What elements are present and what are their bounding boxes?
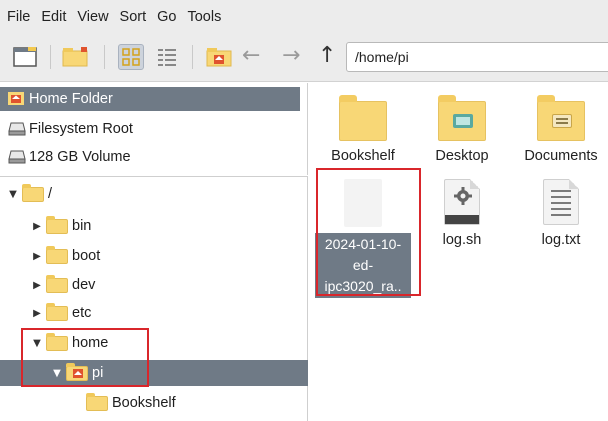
- chevron-right-icon[interactable]: ▶: [30, 308, 44, 319]
- chevron-right-icon[interactable]: ▶: [30, 251, 44, 262]
- toolbar: ← → ↑ /home/pi: [0, 33, 608, 82]
- chevron-right-icon[interactable]: ▶: [30, 280, 44, 291]
- tree-item-label: /: [48, 186, 53, 202]
- home-button[interactable]: [206, 44, 232, 70]
- folder-icon: [46, 302, 68, 321]
- file-item-documents[interactable]: Documents: [512, 89, 608, 165]
- new-folder-icon: [62, 47, 88, 67]
- tree-item-label: bin: [72, 218, 92, 234]
- menu-edit[interactable]: Edit: [41, 9, 66, 25]
- file-label: Bookshelf: [331, 148, 395, 164]
- place-label: Filesystem Root: [29, 121, 133, 137]
- text-file-icon: [543, 179, 579, 225]
- menu-tools[interactable]: Tools: [187, 9, 221, 25]
- tree-item-bin[interactable]: ▶ bin: [30, 213, 91, 239]
- folder-icon: [46, 245, 68, 264]
- menubar: File Edit View Sort Go Tools: [0, 0, 608, 33]
- documents-folder-icon: [537, 95, 585, 141]
- tree-item-label: boot: [72, 248, 101, 264]
- drive-icon: [8, 122, 26, 136]
- menu-view[interactable]: View: [77, 9, 108, 25]
- new-folder-button[interactable]: [62, 44, 88, 70]
- highlight-box: [316, 168, 421, 296]
- file-item-log-sh[interactable]: log.sh: [413, 173, 511, 249]
- new-window-button[interactable]: [12, 44, 38, 70]
- icon-view-button[interactable]: [118, 44, 144, 70]
- file-label: log.txt: [541, 232, 581, 248]
- folder-icon: [46, 215, 68, 234]
- script-file-icon: [444, 179, 480, 225]
- places-panel: Home Folder Filesystem Root 128 GB Volum…: [0, 83, 308, 175]
- forward-arrow-icon[interactable]: →: [282, 43, 300, 69]
- file-label: log.sh: [442, 232, 482, 248]
- file-item-desktop[interactable]: Desktop: [413, 89, 511, 165]
- place-filesystem-root[interactable]: Filesystem Root: [8, 117, 308, 141]
- tree-item-bookshelf[interactable]: Bookshelf: [86, 390, 176, 416]
- place-128gb-volume[interactable]: 128 GB Volume: [8, 145, 308, 169]
- tree-item-label: Bookshelf: [112, 395, 176, 411]
- folder-icon: [22, 183, 44, 202]
- file-item-log-txt[interactable]: log.txt: [512, 173, 608, 249]
- toolbar-separator: [104, 45, 105, 69]
- new-window-icon: [13, 47, 37, 67]
- back-arrow-icon[interactable]: ←: [242, 43, 260, 69]
- place-label: Home Folder: [29, 91, 113, 107]
- tree-item-boot[interactable]: ▶ boot: [30, 243, 100, 269]
- menu-file[interactable]: File: [7, 9, 30, 25]
- desktop-folder-icon: [438, 95, 486, 141]
- file-label: Documents: [524, 148, 598, 164]
- up-arrow-icon[interactable]: ↑: [318, 43, 336, 69]
- drive-icon: [8, 150, 26, 164]
- chevron-down-icon[interactable]: ▼: [6, 189, 20, 200]
- chevron-right-icon[interactable]: ▶: [30, 221, 44, 232]
- file-label: Desktop: [435, 148, 489, 164]
- tree-item-etc[interactable]: ▶ etc: [30, 300, 91, 326]
- toolbar-separator: [50, 45, 51, 69]
- home-folder-icon: [8, 92, 25, 106]
- folder-icon: [46, 274, 68, 293]
- menu-sort[interactable]: Sort: [120, 9, 147, 25]
- highlight-box: [21, 328, 149, 387]
- icon-view-icon: [122, 48, 140, 66]
- tree-item-root[interactable]: ▼ /: [6, 181, 52, 207]
- folder-icon: [86, 392, 108, 411]
- place-label: 128 GB Volume: [29, 149, 131, 165]
- file-item-bookshelf[interactable]: Bookshelf: [314, 89, 412, 165]
- path-input[interactable]: /home/pi: [346, 42, 608, 72]
- toolbar-separator: [192, 45, 193, 69]
- list-view-button[interactable]: [154, 44, 180, 70]
- list-view-icon: [158, 49, 176, 66]
- folder-icon: [339, 95, 387, 141]
- tree-item-dev[interactable]: ▶ dev: [30, 272, 95, 298]
- place-home-folder[interactable]: Home Folder: [0, 87, 300, 111]
- home-icon: [206, 48, 232, 67]
- menu-go[interactable]: Go: [157, 9, 176, 25]
- tree-item-label: etc: [72, 305, 92, 321]
- tree-item-label: dev: [72, 277, 96, 293]
